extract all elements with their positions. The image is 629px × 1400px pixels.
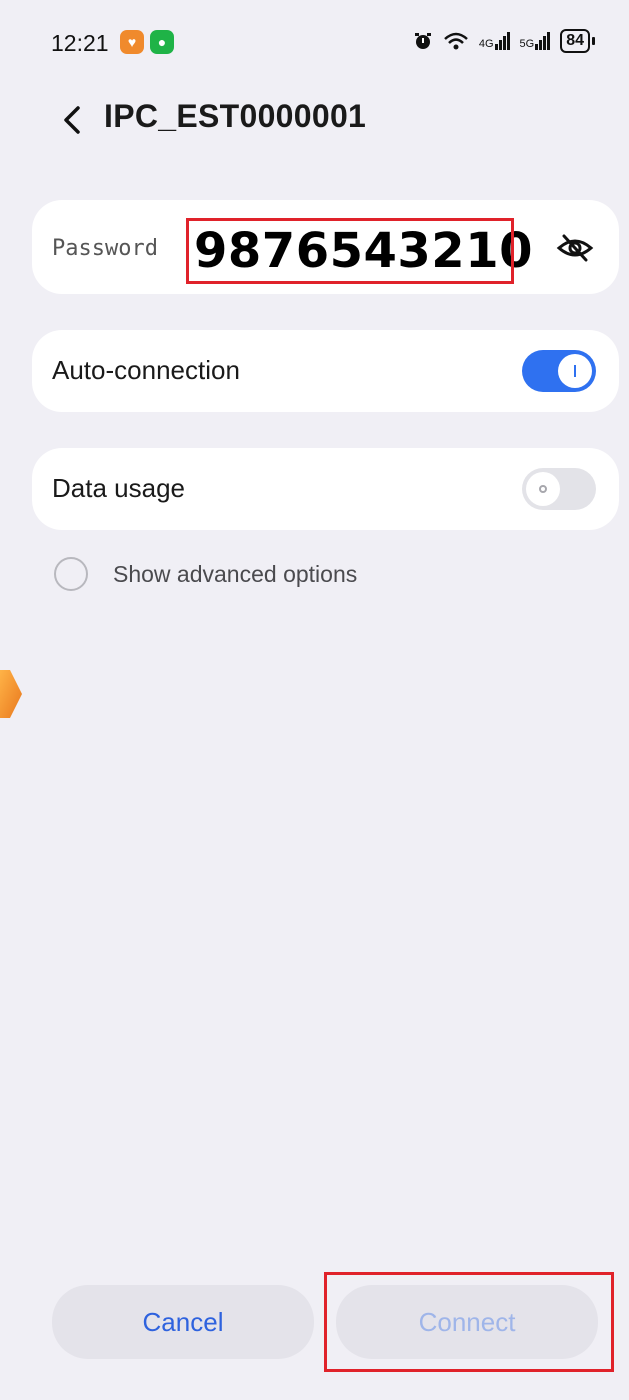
toggle-knob	[526, 472, 560, 506]
password-label: Password	[52, 236, 158, 261]
data-usage-toggle[interactable]	[522, 468, 596, 510]
cancel-button[interactable]: Cancel	[52, 1285, 314, 1359]
network-4g-label: 4G	[478, 38, 494, 50]
network-title: IPC_EST0000001	[104, 98, 367, 134]
advanced-options-label[interactable]: Show advanced options	[113, 561, 357, 588]
network-5g-label: 5G	[519, 38, 535, 50]
status-icons: 4G 5G 84	[413, 29, 595, 53]
signal-5g-icon: 5G	[520, 32, 551, 50]
connect-highlight-box	[324, 1272, 614, 1372]
wifi-icon	[443, 32, 468, 50]
back-chevron-icon[interactable]	[58, 104, 86, 136]
status-bar: 12:21 ♥ ● 4G 5G 84	[0, 0, 629, 90]
status-time: 12:21	[51, 30, 109, 56]
toggle-knob	[558, 354, 592, 388]
eye-off-icon[interactable]	[556, 232, 594, 264]
alarm-icon	[414, 33, 431, 49]
signal-4g-icon: 4G	[479, 32, 510, 50]
auto-connection-label: Auto-connection	[52, 355, 240, 385]
auto-connection-toggle[interactable]	[522, 350, 596, 392]
floating-assistant-icon[interactable]	[0, 668, 22, 720]
password-highlight-box	[186, 218, 514, 284]
advanced-options-radio[interactable]	[54, 557, 88, 591]
app-notification-icon: ♥	[120, 30, 144, 54]
battery-indicator: 84	[560, 29, 590, 53]
battery-tip	[592, 37, 595, 45]
data-usage-label: Data usage	[52, 473, 185, 503]
wechat-notification-icon: ●	[150, 30, 174, 54]
